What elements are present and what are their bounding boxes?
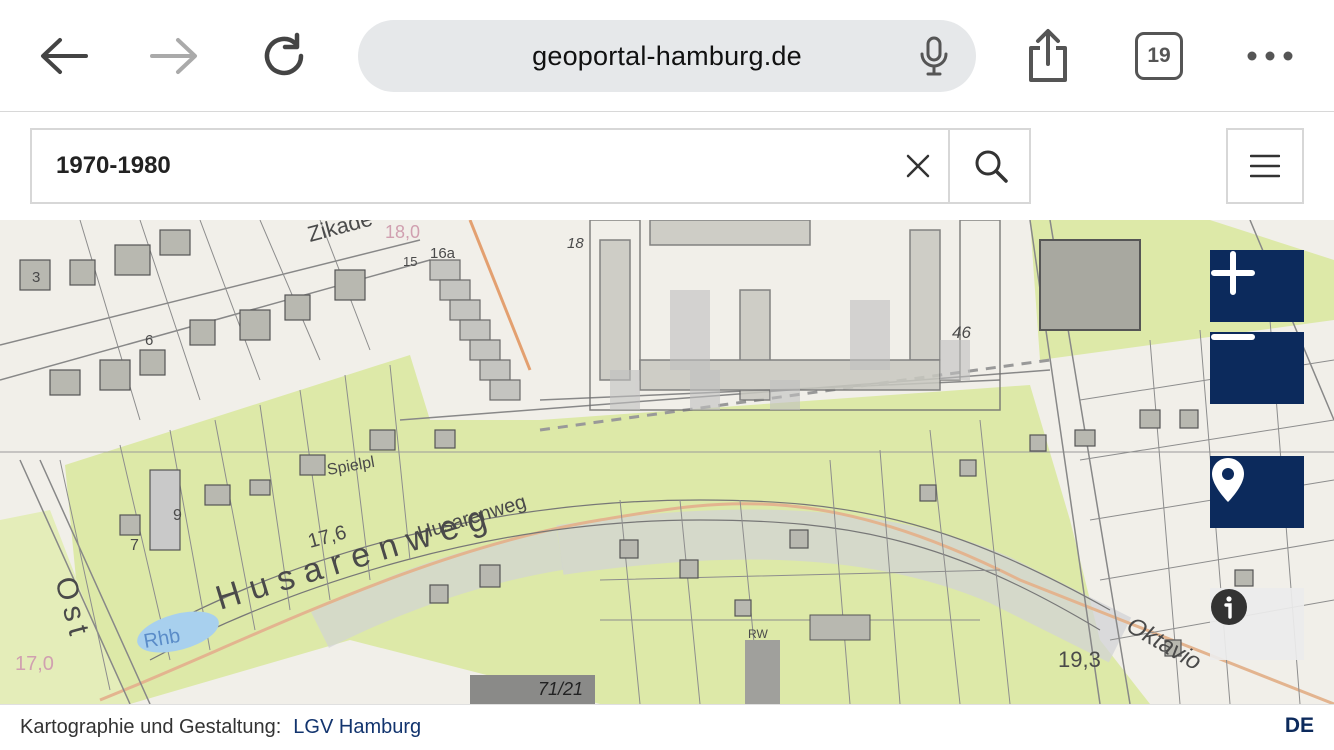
reload-button[interactable] [256, 28, 312, 84]
locate-button[interactable] [1210, 456, 1304, 528]
house-number-16: 16a [430, 245, 456, 262]
arrow-right-icon [150, 38, 197, 74]
house-number-7: 7 [130, 537, 139, 554]
house-number-18: 18 [567, 235, 584, 252]
elevation-label-4: 18,0 [385, 222, 420, 242]
house-number-15: 15 [403, 254, 417, 269]
house-number-9: 9 [173, 507, 182, 524]
house-number-rw: RW [748, 627, 768, 641]
close-icon [906, 154, 930, 178]
forward-button[interactable] [146, 28, 202, 84]
street-label-oktavio: Oktavio [1122, 612, 1206, 676]
search-box: 1970-1980 [30, 128, 1031, 204]
language-switch[interactable]: DE [1285, 714, 1314, 738]
house-number-46: 46 [952, 323, 971, 342]
historic-map-layer: Husarenweg Husarenweg Zikade Oktavio Ost… [0, 220, 1334, 704]
share-icon [1029, 29, 1067, 82]
minus-icon [1211, 334, 1255, 340]
back-button[interactable] [36, 28, 92, 84]
credit-link[interactable]: LGV Hamburg [293, 716, 421, 739]
building-ne [1039, 239, 1141, 331]
hamburger-menu-icon [1250, 154, 1280, 178]
address-bar[interactable]: geoportal-hamburg.de [358, 20, 976, 92]
house-number-71: 71/21 [538, 679, 583, 699]
credit-label: Kartographie und Gestaltung: [20, 716, 282, 738]
search-input[interactable]: 1970-1980 [56, 130, 171, 202]
share-button[interactable] [1020, 28, 1076, 84]
more-options-button[interactable] [1242, 28, 1298, 84]
elevation-label-3: 17,0 [15, 653, 54, 675]
zoom-in-button[interactable] [1210, 250, 1304, 322]
search-button[interactable] [948, 130, 1031, 202]
map-pin-icon [1212, 458, 1244, 502]
street-label-zikade: Zikade [305, 220, 375, 247]
plus-icon [1211, 251, 1255, 295]
app-root: geoportal-hamburg.de 19 1970-1980 Husare… [0, 0, 1334, 750]
zoom-out-button[interactable] [1210, 332, 1304, 404]
arrow-left-icon [41, 38, 88, 74]
url-text: geoportal-hamburg.de [532, 40, 802, 71]
row-houses [429, 259, 521, 401]
tabs-button[interactable]: 19 [1135, 32, 1183, 80]
elevation-label-2: 19,3 [1058, 647, 1101, 672]
building-south-3 [809, 614, 871, 641]
more-dots-icon [1247, 51, 1293, 61]
menu-button[interactable] [1226, 128, 1304, 204]
microphone-button[interactable] [914, 36, 954, 76]
house-number-3: 3 [32, 269, 40, 286]
search-row: 1970-1980 [0, 113, 1334, 220]
building-south-2 [745, 640, 780, 704]
map-canvas[interactable]: Husarenweg Husarenweg Zikade Oktavio Ost… [0, 220, 1334, 704]
clear-search-button[interactable] [894, 142, 942, 190]
info-button[interactable] [1210, 588, 1304, 660]
reload-icon [264, 32, 304, 76]
info-icon [1211, 589, 1247, 625]
house-number-6: 6 [145, 332, 153, 349]
search-icon [975, 150, 1008, 183]
footer: Kartographie und Gestaltung: LGV Hamburg… [0, 704, 1334, 750]
browser-toolbar: geoportal-hamburg.de 19 [0, 0, 1334, 112]
microphone-icon [920, 36, 948, 76]
